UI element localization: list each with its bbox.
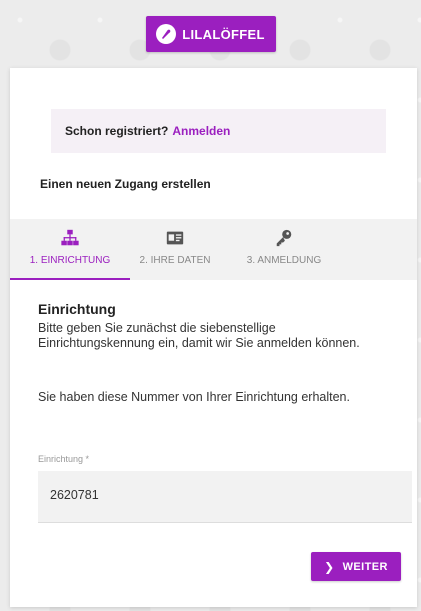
next-button[interactable]: ❯ WEITER [311,552,401,581]
brand-logo[interactable]: LILALÖFFEL [145,16,276,52]
signin-box: Schon registriert? Anmelden [51,109,386,153]
step-ihre-daten[interactable]: 2. IHRE DATEN [135,219,215,280]
signin-prompt: Schon registriert? [65,124,169,138]
header: LILALÖFFEL [0,0,421,68]
registration-card: Schon registriert? Anmelden Einen neuen … [10,68,417,607]
field-label: Einrichtung * [38,454,90,464]
sitemap-icon [59,227,81,249]
instruction-text: Bitte geben Sie zunächst die siebenstell… [38,321,360,350]
step-anmeldung[interactable]: 3. ANMELDUNG [239,219,329,280]
step-label: 2. IHRE DATEN [139,255,211,266]
step-einrichtung[interactable]: 1. EINRICHTUNG [10,219,130,280]
spoon-logo-icon [156,24,177,44]
brand-name: LILALÖFFEL [182,26,265,42]
next-label: WEITER [342,560,388,573]
signin-link[interactable]: Anmelden [172,124,230,138]
key-icon [273,227,295,249]
create-account-title: Einen neuen Zugang erstellen [40,177,211,191]
info-text: Sie haben diese Nummer von Ihrer Einrich… [38,390,350,404]
section-title: Einrichtung [38,301,116,317]
stepper: 1. EINRICHTUNG 2. IHRE DATEN 3. ANMELDUN… [10,219,417,280]
id-card-icon [164,227,186,249]
chevron-right-icon: ❯ [324,559,335,574]
einrichtung-field[interactable] [38,471,412,523]
step-label: 3. ANMELDUNG [246,255,322,266]
step-label: 1. EINRICHTUNG [29,255,111,266]
einrichtung-input[interactable] [50,488,390,502]
